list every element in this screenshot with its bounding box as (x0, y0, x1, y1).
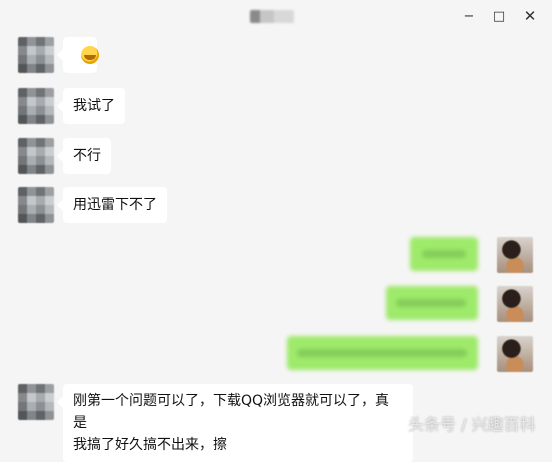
message-bubble[interactable] (57, 37, 99, 73)
self-message-bubble-blurred[interactable] (386, 286, 478, 320)
minimize-button[interactable]: − (456, 6, 482, 26)
close-button[interactable]: ✕ (517, 6, 543, 26)
contact-avatar[interactable] (18, 37, 54, 73)
self-message-bubble-blurred[interactable] (287, 336, 478, 370)
laughing-emoji-icon (81, 46, 99, 64)
self-avatar[interactable] (497, 286, 533, 322)
contact-avatar[interactable] (18, 187, 54, 223)
message-line: 我搞了好久搞不出来，擦 (73, 437, 227, 453)
message-bubble[interactable]: 我试了 (57, 88, 125, 124)
contact-avatar[interactable] (18, 88, 54, 124)
contact-avatar[interactable] (18, 138, 54, 174)
chat-title-blurred (250, 10, 294, 23)
message-bubble[interactable]: 不行 (57, 138, 111, 174)
self-avatar[interactable] (497, 237, 533, 273)
message-bubble[interactable]: 刚第一个问题可以了，下载QQ浏览器就可以了，真是 我搞了好久搞不出来，擦 (57, 384, 413, 462)
message-line: 刚第一个问题可以了，下载QQ浏览器就可以了，真是 (73, 393, 390, 431)
self-avatar[interactable] (497, 336, 533, 372)
contact-avatar[interactable] (18, 384, 54, 420)
watermark: 头条号 / 兴趣百科 (408, 415, 536, 434)
self-message-bubble-blurred[interactable] (410, 237, 478, 271)
maximize-button[interactable]: □ (486, 6, 512, 26)
message-bubble[interactable]: 用迅雷下不了 (57, 187, 167, 223)
title-bar: − □ ✕ (0, 0, 552, 34)
